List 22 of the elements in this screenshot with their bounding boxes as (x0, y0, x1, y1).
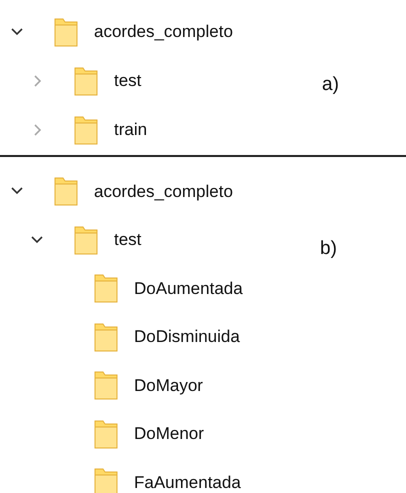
folder-name[interactable]: test (114, 227, 142, 252)
folder-icon (94, 370, 118, 400)
folder-name[interactable]: acordes_completo (94, 178, 233, 204)
folder-name[interactable]: test (114, 68, 142, 94)
folder-icon (74, 114, 98, 144)
folder-name[interactable]: DoDisminuida (134, 324, 240, 350)
folder-icon (74, 224, 98, 255)
folder-icon (54, 176, 78, 206)
panel-label: b) (320, 237, 337, 261)
folder-icon (94, 418, 118, 449)
panel-label: a) (322, 72, 339, 97)
folder-name[interactable]: DoMayor (134, 372, 203, 398)
folder-icon (94, 322, 118, 352)
folder-icon (74, 66, 98, 96)
folder-name[interactable]: DoMenor (134, 421, 204, 446)
folder-icon (94, 467, 118, 493)
folder-icon (54, 16, 78, 46)
folder-name[interactable]: FaAumentada (134, 470, 241, 493)
folder-name[interactable]: acordes_completo (94, 18, 233, 44)
folder-name[interactable]: DoAumentada (134, 276, 243, 301)
folder-name[interactable]: train (114, 116, 148, 142)
folder-icon (94, 273, 118, 304)
